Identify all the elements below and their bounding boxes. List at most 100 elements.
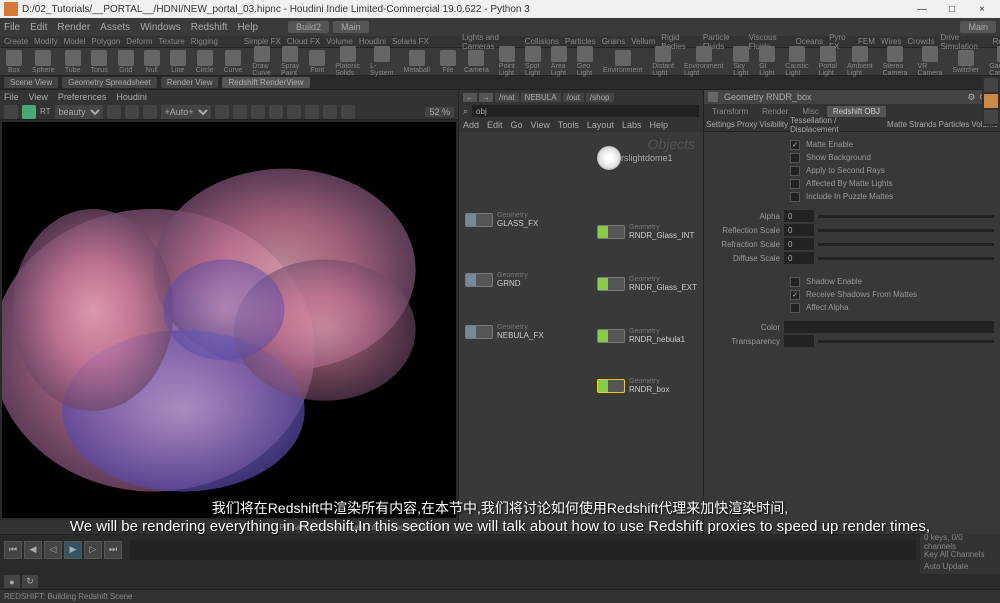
tool-environment-light[interactable]: Environment Light [682, 46, 725, 77]
aov-select[interactable]: beauty [55, 105, 103, 119]
param-slider[interactable] [818, 215, 994, 218]
trans-value[interactable] [784, 335, 814, 347]
trans-slider[interactable] [818, 340, 994, 343]
shelf-tab[interactable]: Create [4, 37, 28, 46]
shelf-tab[interactable]: Drive Simulation [940, 33, 986, 51]
rv-icon[interactable] [323, 105, 337, 119]
tool-environment[interactable]: Environment [601, 50, 644, 74]
tool-line[interactable]: Line [168, 50, 188, 74]
checkbox[interactable] [790, 179, 800, 189]
record-button[interactable]: ● [4, 575, 20, 588]
tool-vr-camera[interactable]: VR Camera [916, 46, 945, 77]
net-menu-view[interactable]: View [531, 120, 550, 130]
tool-box[interactable]: Box [4, 50, 24, 74]
path-seg[interactable]: NEBULA [521, 93, 561, 102]
menu-windows[interactable]: Windows [140, 22, 181, 33]
network-canvas[interactable]: Objects rslightdome1 GeometryGLASS_FX Ge… [459, 132, 703, 534]
menu-file[interactable]: File [4, 22, 20, 33]
tab-scene-view[interactable]: Scene View [4, 77, 58, 88]
node-grnd[interactable]: GeometryGRND [465, 272, 528, 288]
shelf-tab[interactable]: Houdini [359, 37, 386, 46]
node-light[interactable]: rslightdome1 [597, 146, 673, 170]
goto-end-button[interactable]: ⏭ [104, 541, 122, 559]
path-seg[interactable]: /shop [586, 93, 614, 102]
play-button[interactable]: ▶ [64, 541, 82, 559]
shelf-tab[interactable]: Model [64, 37, 86, 46]
menu-redshift[interactable]: Redshift [191, 22, 228, 33]
tool-geo-light[interactable]: Geo Light [575, 46, 595, 77]
rv-icon[interactable] [305, 105, 319, 119]
param-value[interactable]: 0 [784, 210, 814, 222]
tool-gamepad-camera[interactable]: Gamepad Camera [987, 46, 1000, 77]
param-subtab[interactable]: Matte [887, 120, 907, 129]
step-back-button[interactable]: ◀ [24, 541, 42, 559]
tool-distant-light[interactable]: Distant Light [650, 46, 676, 77]
rv-menu-view[interactable]: View [29, 92, 48, 102]
rv-menu-houdini[interactable]: Houdini [116, 92, 147, 102]
net-menu-edit[interactable]: Edit [487, 120, 503, 130]
net-menu-help[interactable]: Help [649, 120, 668, 130]
node-nebula-fx[interactable]: GeometryNEBULA_FX [465, 324, 544, 340]
checkbox[interactable] [790, 140, 800, 150]
render-viewport[interactable] [2, 122, 456, 518]
tab-render-view[interactable]: Render View [161, 77, 219, 88]
pick-icon[interactable] [125, 105, 139, 119]
render-refresh-icon[interactable] [4, 105, 18, 119]
shelf-tab[interactable]: Particles [565, 37, 596, 46]
shelf-tab[interactable]: Polygon [91, 37, 120, 46]
tool-metaball[interactable]: Metaball [401, 50, 431, 74]
param-subtab[interactable]: Tessellation / Displacement [790, 116, 885, 134]
tool-null[interactable]: Null [142, 50, 162, 74]
snapshot-icon[interactable] [143, 105, 157, 119]
step-fwd-button[interactable]: ▷ [84, 541, 102, 559]
param-slider[interactable] [818, 257, 994, 260]
side-icon[interactable] [984, 110, 998, 124]
tool-sphere[interactable]: Sphere [30, 50, 57, 74]
tool-spray-paint[interactable]: Spray Paint [279, 46, 301, 77]
param-value[interactable]: 0 [784, 252, 814, 264]
auto-select[interactable]: +Auto+ [161, 105, 211, 119]
shelf-tab[interactable]: Deform [126, 37, 152, 46]
rv-icon[interactable] [215, 105, 229, 119]
close-button[interactable]: × [968, 2, 996, 16]
param-subtab[interactable]: Particles [939, 120, 970, 129]
checkbox[interactable] [790, 290, 800, 300]
menu-render[interactable]: Render [57, 22, 90, 33]
auto-update[interactable]: Auto Update [922, 560, 998, 572]
tool-camera[interactable]: Camera [462, 50, 491, 74]
network-search[interactable] [472, 105, 699, 117]
tool-grid[interactable]: Grid [116, 50, 136, 74]
gear-icon[interactable] [708, 92, 718, 102]
param-value[interactable]: 0 [784, 224, 814, 236]
tool-draw-curve[interactable]: Draw Curve [250, 46, 273, 77]
shelf-tab[interactable]: Solaris FX [392, 37, 429, 46]
shelf-tab[interactable]: Rigging [191, 37, 218, 46]
side-icon[interactable] [984, 94, 998, 108]
timeline-track[interactable] [130, 540, 916, 560]
net-menu-tools[interactable]: Tools [558, 120, 579, 130]
checkbox[interactable] [790, 277, 800, 287]
shelf-tab[interactable]: Wires [881, 37, 901, 46]
path-seg[interactable]: /mat [495, 93, 519, 102]
node-box[interactable]: GeometryRNDR_box [597, 378, 669, 394]
shelf-tab[interactable]: Texture [159, 37, 185, 46]
scene-tab-build2[interactable]: Build2 [288, 21, 329, 33]
shelf-tab[interactable]: Crowds [907, 37, 934, 46]
minimize-button[interactable]: — [908, 2, 936, 16]
tool-spot-light[interactable]: Spot Light [523, 46, 543, 77]
node-glass-ext[interactable]: GeometryRNDR_Glass_EXT [597, 276, 697, 292]
tool-point-light[interactable]: Point Light [497, 46, 517, 77]
shelf-tab[interactable]: Modify [34, 37, 58, 46]
checkbox[interactable] [790, 153, 800, 163]
tool-l-system[interactable]: L-System [368, 46, 395, 77]
shelf-tab[interactable]: Redshift [993, 37, 1000, 46]
menu-edit[interactable]: Edit [30, 22, 47, 33]
scene-tab-main[interactable]: Main [333, 21, 369, 33]
net-menu-layout[interactable]: Layout [587, 120, 614, 130]
checkbox[interactable] [790, 166, 800, 176]
tool-ambient-light[interactable]: Ambient Light [845, 46, 875, 77]
tool-tube[interactable]: Tube [63, 50, 83, 74]
net-menu-add[interactable]: Add [463, 120, 479, 130]
node-nebula1[interactable]: GeometryRNDR_nebula1 [597, 328, 685, 344]
tool-caustic-light[interactable]: Caustic Light [783, 46, 810, 77]
